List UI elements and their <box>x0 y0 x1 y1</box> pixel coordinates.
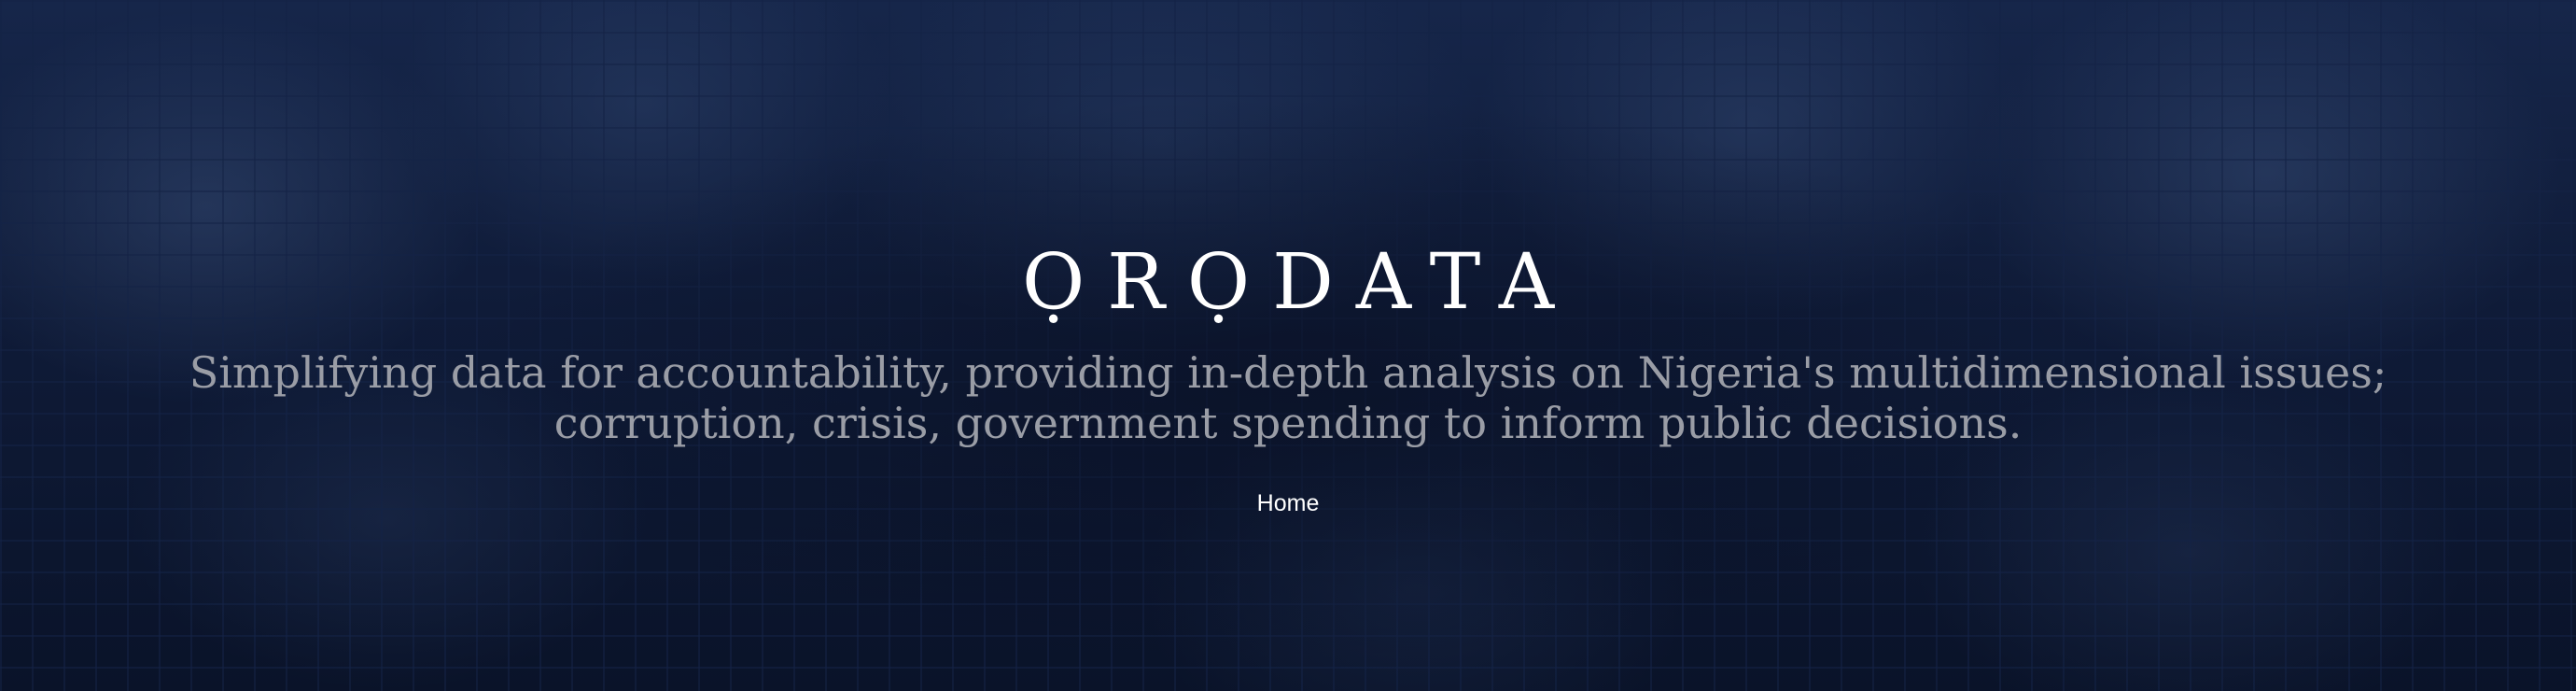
main-nav: Home <box>0 490 2576 517</box>
site-tagline: Simplifying data for accountability, pro… <box>187 347 2389 448</box>
hero-banner: ỌRỌDATA Simplifying data for accountabil… <box>0 0 2576 691</box>
tagline-line-2: corruption, crisis, government spending … <box>553 398 2023 448</box>
hero-content: ỌRỌDATA Simplifying data for accountabil… <box>0 0 2576 691</box>
nav-link-home[interactable]: Home <box>1257 490 1320 516</box>
site-logo[interactable]: ỌRỌDATA <box>0 245 2576 321</box>
tagline-line-1: Simplifying data for accountability, pro… <box>189 347 2387 398</box>
